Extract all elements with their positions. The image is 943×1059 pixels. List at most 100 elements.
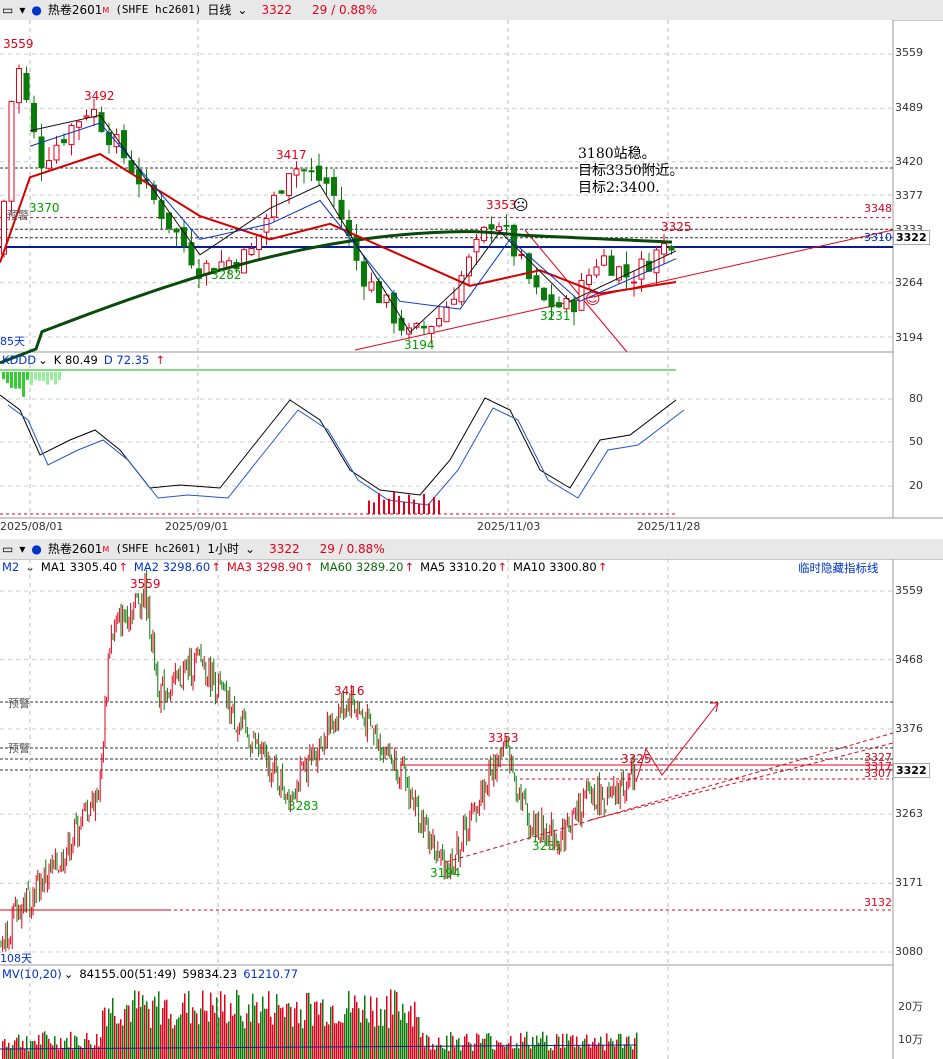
candle-body (548, 294, 555, 308)
volume-bar (202, 990, 204, 1059)
volume-bar (406, 1023, 408, 1059)
note-line-3: 目标2:3400. (578, 180, 660, 196)
volume-bar (276, 994, 278, 1059)
kd-bar (438, 500, 440, 514)
note-line-2: 目标3350附近。 (578, 163, 684, 179)
volume-bar (32, 1041, 34, 1059)
daily-candlestick-chart[interactable] (0, 0, 943, 540)
volume-bar (10, 1048, 12, 1059)
volume-bar (596, 1045, 598, 1059)
volume-bar (600, 1036, 602, 1059)
mv-indicator-label[interactable]: MV(10,20) (2, 967, 62, 981)
volume-bar (334, 1023, 336, 1059)
volume-bar (46, 1034, 48, 1059)
volume-bar (480, 1042, 482, 1059)
volume-bar (614, 1046, 616, 1059)
volume-bar (296, 1001, 298, 1059)
volume-bar (458, 1038, 460, 1059)
volume-bar (530, 1048, 532, 1059)
volume-bar (278, 1005, 280, 1059)
volume-bar (190, 1023, 192, 1059)
volume-bar (140, 1006, 142, 1059)
kd-k-value: K 80.49 (53, 353, 98, 367)
volume-bar (410, 1005, 412, 1059)
kd-bar (38, 372, 41, 381)
volume-bar (380, 1008, 382, 1059)
candle-body (278, 190, 285, 194)
volume-bar (536, 1035, 538, 1059)
volume-bar (590, 1047, 592, 1059)
volume-bar (164, 1000, 166, 1059)
volume-bar (212, 1005, 214, 1059)
volume-bar (440, 1044, 442, 1059)
volume-bar (362, 1009, 364, 1059)
level-3307-label: 3307 (864, 767, 892, 780)
volume-bar (180, 1014, 182, 1059)
volume-bar (556, 1034, 558, 1059)
volume-bar (532, 1037, 534, 1059)
volume-bar (260, 1011, 262, 1059)
volume-bar (284, 1016, 286, 1059)
volume-bar (204, 1010, 206, 1059)
kd-tick-80: 80 (909, 392, 923, 405)
volume-bar (350, 1012, 352, 1059)
kd-indicator-label[interactable]: KDDD (2, 353, 36, 367)
kd-bar (26, 372, 29, 380)
kd-k-line (0, 394, 677, 496)
volume-bar (368, 1022, 370, 1059)
y-tick-3194: 3194 (895, 331, 923, 344)
chevron-down-icon[interactable]: ⌄ (64, 967, 74, 981)
volume-bar (298, 1023, 300, 1059)
volume-bar (186, 1012, 188, 1059)
kd-d-value: D 72.35 (103, 353, 150, 367)
volume-bar (82, 1048, 84, 1059)
candle-body (496, 226, 502, 232)
volume-bar (22, 1040, 24, 1059)
y-tick-3263: 3263 (895, 807, 923, 820)
volume-bar (26, 1036, 28, 1059)
volume-bar (130, 1021, 132, 1059)
candle-body (601, 255, 607, 266)
volume-bar (264, 1008, 266, 1059)
level-3348-label: 3348 (864, 202, 892, 215)
volume-bar (444, 1049, 446, 1059)
volume-bar (268, 991, 270, 1059)
candle-body (316, 165, 322, 181)
candle-body (128, 160, 135, 174)
candle-body (361, 261, 367, 287)
kd-bar (34, 372, 37, 380)
volume-bar (88, 1039, 90, 1059)
note-line-1: 3180站稳。 (578, 146, 656, 162)
candle-body (436, 318, 442, 327)
volume-bar (138, 991, 140, 1059)
volume-bar (12, 1045, 14, 1059)
warn-label: 预警 (7, 209, 29, 222)
volume-bar (44, 1031, 46, 1059)
level-3310-label: 3310 (864, 231, 892, 244)
kd-bar (30, 372, 33, 386)
volume-bar (68, 1047, 70, 1059)
volume-bar (402, 1003, 404, 1059)
candle-body (458, 275, 465, 303)
volume-bar (472, 1050, 474, 1059)
volume-bar (196, 1013, 198, 1059)
volume-bar (228, 1021, 230, 1059)
chevron-down-icon[interactable]: ⌄ (38, 353, 48, 367)
volume-bar (182, 1002, 184, 1059)
high-label: 3559 (3, 37, 34, 51)
volume-bar (158, 991, 160, 1059)
volume-bar (210, 992, 212, 1059)
mv-value-2: 59834.23 (182, 967, 238, 981)
volume-bar (146, 1001, 148, 1059)
volume-bar (318, 1014, 320, 1059)
volume-bar (454, 1047, 456, 1059)
current-price-badge: 3322 (893, 763, 930, 778)
volume-bar (464, 1036, 466, 1059)
volume-bar (544, 1041, 546, 1059)
volume-bar (360, 1022, 362, 1059)
volume-bar (52, 1045, 54, 1059)
volume-bar (496, 1040, 498, 1059)
volume-bar (206, 1011, 208, 1059)
kd-bar (403, 501, 405, 514)
candle-body (68, 125, 75, 146)
